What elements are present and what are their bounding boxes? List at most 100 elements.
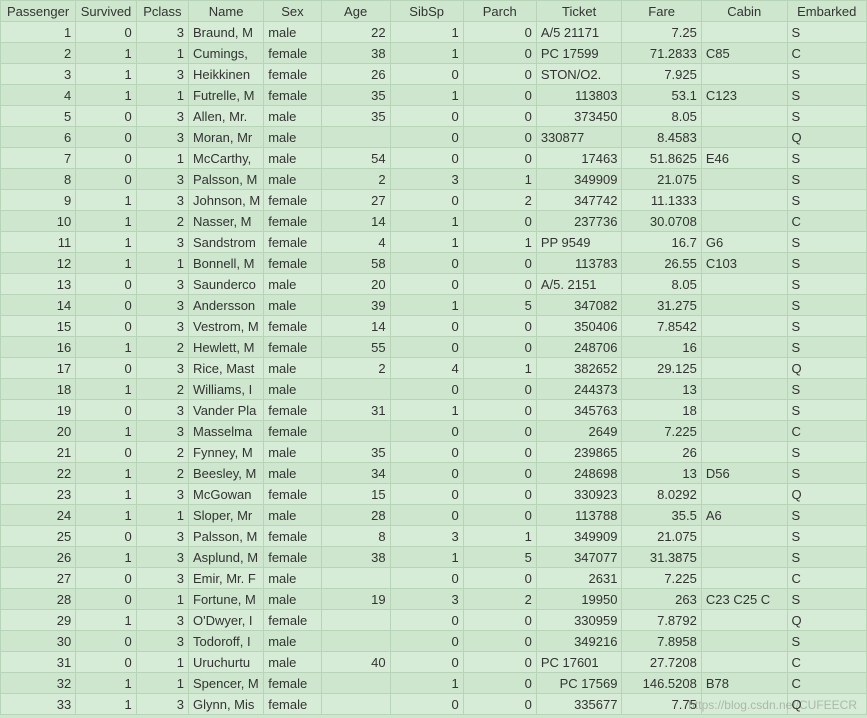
cell: female (264, 316, 321, 337)
column-header: Survived (76, 1, 137, 22)
cell: 1 (76, 694, 137, 715)
cell: 14 (321, 316, 390, 337)
cell: 0 (390, 505, 463, 526)
cell: 11.1333 (622, 190, 701, 211)
cell: 28 (1, 589, 76, 610)
cell: 1 (76, 85, 137, 106)
cell: female (264, 190, 321, 211)
cell: 1 (390, 673, 463, 694)
cell: Rice, Mast (189, 358, 264, 379)
cell: S (787, 631, 866, 652)
cell (701, 610, 787, 631)
cell: Braund, M (189, 22, 264, 43)
cell: Vander Pla (189, 400, 264, 421)
table-row: 2212Beesley, Mmale340024869813D56S (1, 463, 867, 484)
cell: 2631 (536, 568, 622, 589)
cell: 53.1 (622, 85, 701, 106)
cell: 21.075 (622, 526, 701, 547)
cell: PC 17601 (536, 652, 622, 673)
cell: 0 (463, 211, 536, 232)
cell: male (264, 379, 321, 400)
cell: 2649 (536, 421, 622, 442)
cell: 3 (136, 358, 188, 379)
cell: 58 (321, 253, 390, 274)
cell: 3 (136, 568, 188, 589)
cell: 0 (390, 337, 463, 358)
cell: 347082 (536, 295, 622, 316)
cell: G6 (701, 232, 787, 253)
cell: Heikkinen (189, 64, 264, 85)
cell: 1 (76, 421, 137, 442)
cell: 3 (136, 295, 188, 316)
cell: 12 (1, 253, 76, 274)
cell: 1 (390, 547, 463, 568)
cell: 2 (136, 211, 188, 232)
cell: 8.4583 (622, 127, 701, 148)
cell: male (264, 442, 321, 463)
cell: 1 (76, 190, 137, 211)
cell: 244373 (536, 379, 622, 400)
cell: female (264, 610, 321, 631)
cell: 1 (390, 43, 463, 64)
column-header: Passenger (1, 1, 76, 22)
cell: 349216 (536, 631, 622, 652)
cell: 248698 (536, 463, 622, 484)
cell: 0 (463, 379, 536, 400)
cell: 1 (390, 22, 463, 43)
cell: 0 (390, 190, 463, 211)
cell: 38 (321, 43, 390, 64)
cell: 23 (1, 484, 76, 505)
cell (321, 694, 390, 715)
table-row: 701McCarthy,male54001746351.8625E46S (1, 148, 867, 169)
cell (701, 526, 787, 547)
table-row: 1703Rice, Mastmale24138265229.125Q (1, 358, 867, 379)
cell (701, 358, 787, 379)
cell: 1 (463, 169, 536, 190)
cell: male (264, 463, 321, 484)
cell: Fynney, M (189, 442, 264, 463)
column-header: Embarked (787, 1, 866, 22)
cell: A/5. 2151 (536, 274, 622, 295)
cell: 7.225 (622, 421, 701, 442)
cell: 3 (136, 274, 188, 295)
cell: 3 (136, 190, 188, 211)
cell: 14 (1, 295, 76, 316)
cell: 0 (463, 316, 536, 337)
table-row: 2613Asplund, Mfemale381534707731.3875S (1, 547, 867, 568)
table-row: 2913O'Dwyer, Ifemale003309597.8792Q (1, 610, 867, 631)
cell: 0 (76, 274, 137, 295)
cell: 1 (390, 85, 463, 106)
cell: 29.125 (622, 358, 701, 379)
cell: S (787, 85, 866, 106)
cell: Hewlett, M (189, 337, 264, 358)
cell: 3 (136, 169, 188, 190)
cell: S (787, 22, 866, 43)
cell: 0 (390, 463, 463, 484)
cell: 35 (321, 442, 390, 463)
cell: 13 (1, 274, 76, 295)
cell: male (264, 652, 321, 673)
cell: 1 (136, 505, 188, 526)
cell: 35 (321, 106, 390, 127)
column-header: Parch (463, 1, 536, 22)
cell: Todoroff, I (189, 631, 264, 652)
cell: 1 (76, 379, 137, 400)
cell: female (264, 232, 321, 253)
table-row: 1503Vestrom, Mfemale14003504067.8542S (1, 316, 867, 337)
cell: C123 (701, 85, 787, 106)
cell: PC 17599 (536, 43, 622, 64)
cell: Sandstrom (189, 232, 264, 253)
cell: 55 (321, 337, 390, 358)
cell: male (264, 568, 321, 589)
cell: Moran, Mr (189, 127, 264, 148)
cell (701, 421, 787, 442)
cell: 31.3875 (622, 547, 701, 568)
cell: Beesley, M (189, 463, 264, 484)
cell: 8.05 (622, 274, 701, 295)
column-header: Pclass (136, 1, 188, 22)
cell: S (787, 589, 866, 610)
cell: 0 (390, 106, 463, 127)
cell: 2 (321, 169, 390, 190)
cell: D56 (701, 463, 787, 484)
cell (321, 631, 390, 652)
